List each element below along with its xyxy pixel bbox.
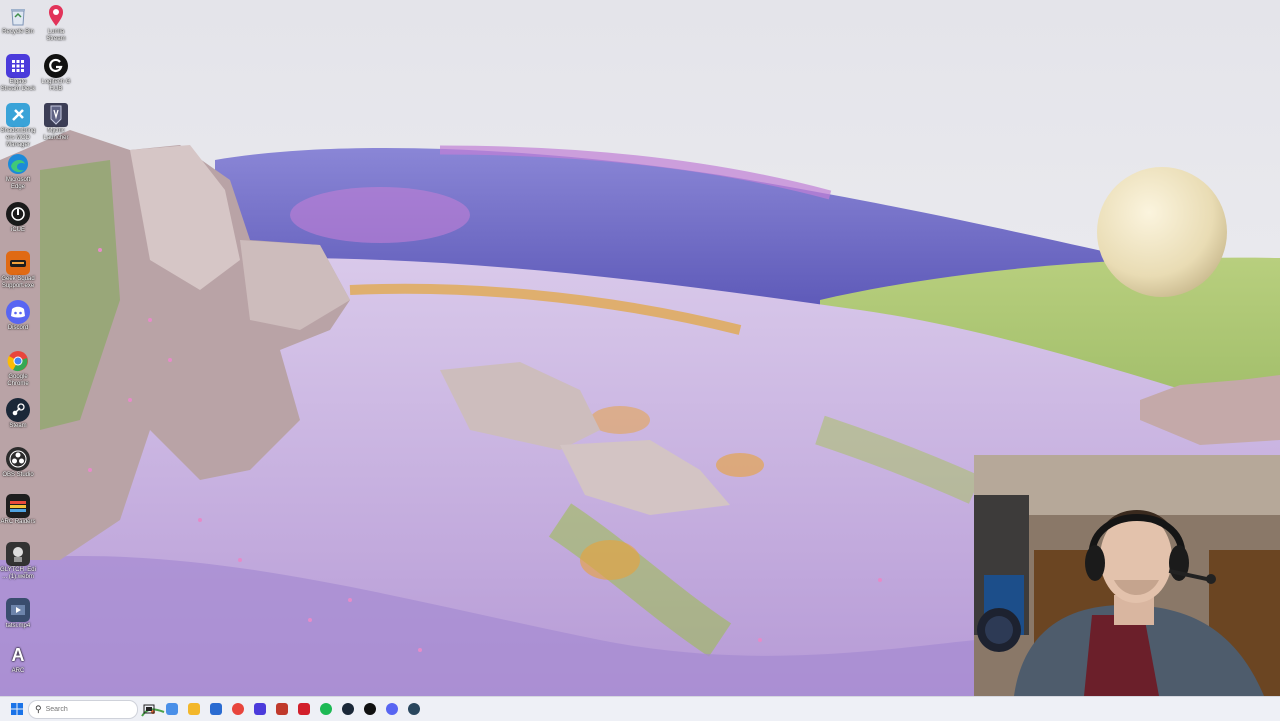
capture-app-icon <box>276 703 288 715</box>
stream-deck-icon <box>254 703 266 715</box>
desktop-icon-label: Logitech G HUB <box>41 79 71 92</box>
taskbar-app-copilot[interactable] <box>163 700 181 718</box>
desktop-icon-label: Recycle Bin <box>2 29 34 35</box>
taskbar-search[interactable]: ⚲ <box>28 700 165 719</box>
desktop-icon-arc-raiders[interactable]: ARC Raiders <box>0 494 36 526</box>
logitech-g-hub-icon <box>364 703 376 715</box>
desktop-icon-steam[interactable]: Steam <box>0 398 36 430</box>
edge-icon <box>6 152 30 176</box>
desktop-icon-icue[interactable]: iCUE <box>0 202 36 234</box>
taskbar-app-chrome[interactable] <box>229 700 247 718</box>
desktop-icon-mythic-launcher[interactable]: Mythic Launcher <box>38 103 74 142</box>
mythic-launcher-icon <box>44 103 68 127</box>
desktop-icon-discord[interactable]: Discord <box>0 300 36 332</box>
copilot-icon <box>166 703 178 715</box>
task-view-button[interactable] <box>140 700 158 718</box>
logitech-g-hub-icon <box>44 54 68 78</box>
desktop-icon-area: Recycle Bin Elgato Stream Deck Shadowbri… <box>0 0 80 690</box>
task-view-icon <box>143 704 155 714</box>
desktop-icon-label: tatsi.mp4 <box>5 623 31 629</box>
desktop-icon-label: Mythic Launcher <box>43 128 69 141</box>
start-button[interactable] <box>8 700 26 718</box>
desktop-icon-label: Discord <box>7 325 29 331</box>
taskbar-app-logitech-g-hub[interactable] <box>361 700 379 718</box>
video-file-icon <box>6 542 30 566</box>
desktop-icon-lumia-stream[interactable]: Lumia Stream <box>38 4 74 43</box>
taskbar-app-steam[interactable] <box>339 700 357 718</box>
taskbar-app-discord[interactable] <box>383 700 401 718</box>
desktop-icon-obs[interactable]: OBS Studio <box>0 447 36 479</box>
desktop-icon-label: ARC Raiders <box>0 519 36 525</box>
desktop-icon-label: Lumia Stream <box>46 29 66 42</box>
taskbar-app-media-app[interactable] <box>207 700 225 718</box>
icue-icon <box>6 202 30 226</box>
taskbar-app-stream-deck[interactable] <box>251 700 269 718</box>
steam-icon <box>408 703 420 715</box>
desktop-icon-logitech-g-hub[interactable]: Logitech G HUB <box>38 54 74 93</box>
steam-icon <box>342 703 354 715</box>
spotify-icon <box>320 703 332 715</box>
recycle-bin-icon <box>6 4 30 28</box>
desktop-icon-tatsi-video[interactable]: tatsi.mp4 <box>0 598 36 630</box>
arc-icon: A <box>11 644 25 665</box>
desktop-icon-label: iCUE <box>10 227 25 233</box>
chrome-icon <box>6 349 30 373</box>
desktop-icon-mod-manager[interactable]: Shadowbringers MOD Manager <box>0 103 36 149</box>
desktop-icon-label: Microsoft Edge <box>5 177 31 190</box>
search-icon: ⚲ <box>35 704 42 714</box>
file-explorer-icon <box>188 703 200 715</box>
desktop-icon-chrome[interactable]: Google Chrome <box>0 349 36 388</box>
desktop-icon-label: ARC <box>11 668 25 674</box>
taskbar: ⚲ <box>0 696 1280 721</box>
media-app-icon <box>210 703 222 715</box>
steam-icon <box>6 398 30 422</box>
video-file-icon <box>6 598 30 622</box>
desktop-icon-glytch-video[interactable]: GLYTCH_Edi... (1).webm <box>0 542 36 581</box>
desktop-icon-label: Google Chrome <box>7 374 29 387</box>
adobe-app-icon <box>298 703 310 715</box>
desktop-icon-geek-squad[interactable]: Geek Squad Support.exe <box>0 251 36 290</box>
taskbar-app-steam[interactable] <box>405 700 423 718</box>
desktop-icon-label: OBS Studio <box>2 472 34 478</box>
lumia-stream-icon <box>44 4 68 28</box>
desktop-icon-edge[interactable]: Microsoft Edge <box>0 152 36 191</box>
desktop-icon-label: GLYTCH_Edi... (1).webm <box>0 567 36 580</box>
webcam-overlay <box>974 455 1280 696</box>
desktop-icon-label: Elgato Stream Deck <box>0 79 36 92</box>
mod-manager-icon <box>6 103 30 127</box>
desktop-icon-label: Shadowbringers MOD Manager <box>0 128 36 148</box>
chrome-icon <box>232 703 244 715</box>
desktop-icon-arc[interactable]: A ARC <box>0 643 36 675</box>
taskbar-app-file-explorer[interactable] <box>185 700 203 718</box>
geek-squad-icon <box>6 251 30 275</box>
desktop-icon-label: Steam <box>9 423 27 429</box>
taskbar-app-capture-app[interactable] <box>273 700 291 718</box>
discord-icon <box>6 300 30 324</box>
windows-icon <box>11 703 23 715</box>
taskbar-app-spotify[interactable] <box>317 700 335 718</box>
stream-deck-icon <box>6 54 30 78</box>
discord-icon <box>386 703 398 715</box>
search-input[interactable] <box>45 706 116 713</box>
arc-raiders-icon <box>6 494 30 518</box>
taskbar-app-adobe-app[interactable] <box>295 700 313 718</box>
obs-icon <box>6 447 30 471</box>
desktop-icon-stream-deck[interactable]: Elgato Stream Deck <box>0 54 36 93</box>
desktop-icon-label: Geek Squad Support.exe <box>1 276 35 289</box>
desktop-icon-recycle-bin[interactable]: Recycle Bin <box>0 4 36 36</box>
